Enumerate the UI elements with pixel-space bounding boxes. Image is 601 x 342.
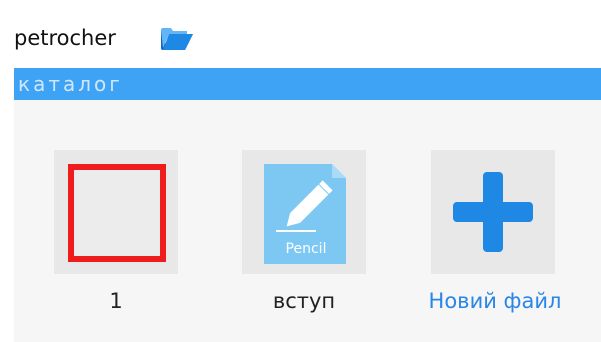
file-tile-vstup[interactable]: Pencil [242,150,366,274]
catalog-label: каталог [18,72,123,96]
new-file-link[interactable]: Новий файл [400,288,590,314]
red-square-icon [68,164,166,262]
folder-icon[interactable] [159,22,195,52]
catalog-bar[interactable]: каталог [14,68,601,100]
file-label-1[interactable]: 1 [54,288,178,314]
header: petrocher [0,0,601,68]
plus-icon [453,172,533,252]
file-tile-1[interactable] [54,150,178,274]
file-label-vstup[interactable]: вступ [242,288,366,314]
pencil-icon-text: Pencil [286,241,327,257]
pencil-document-icon: Pencil [264,164,346,264]
new-file-tile[interactable] [431,150,555,274]
username[interactable]: petrocher [14,26,116,50]
